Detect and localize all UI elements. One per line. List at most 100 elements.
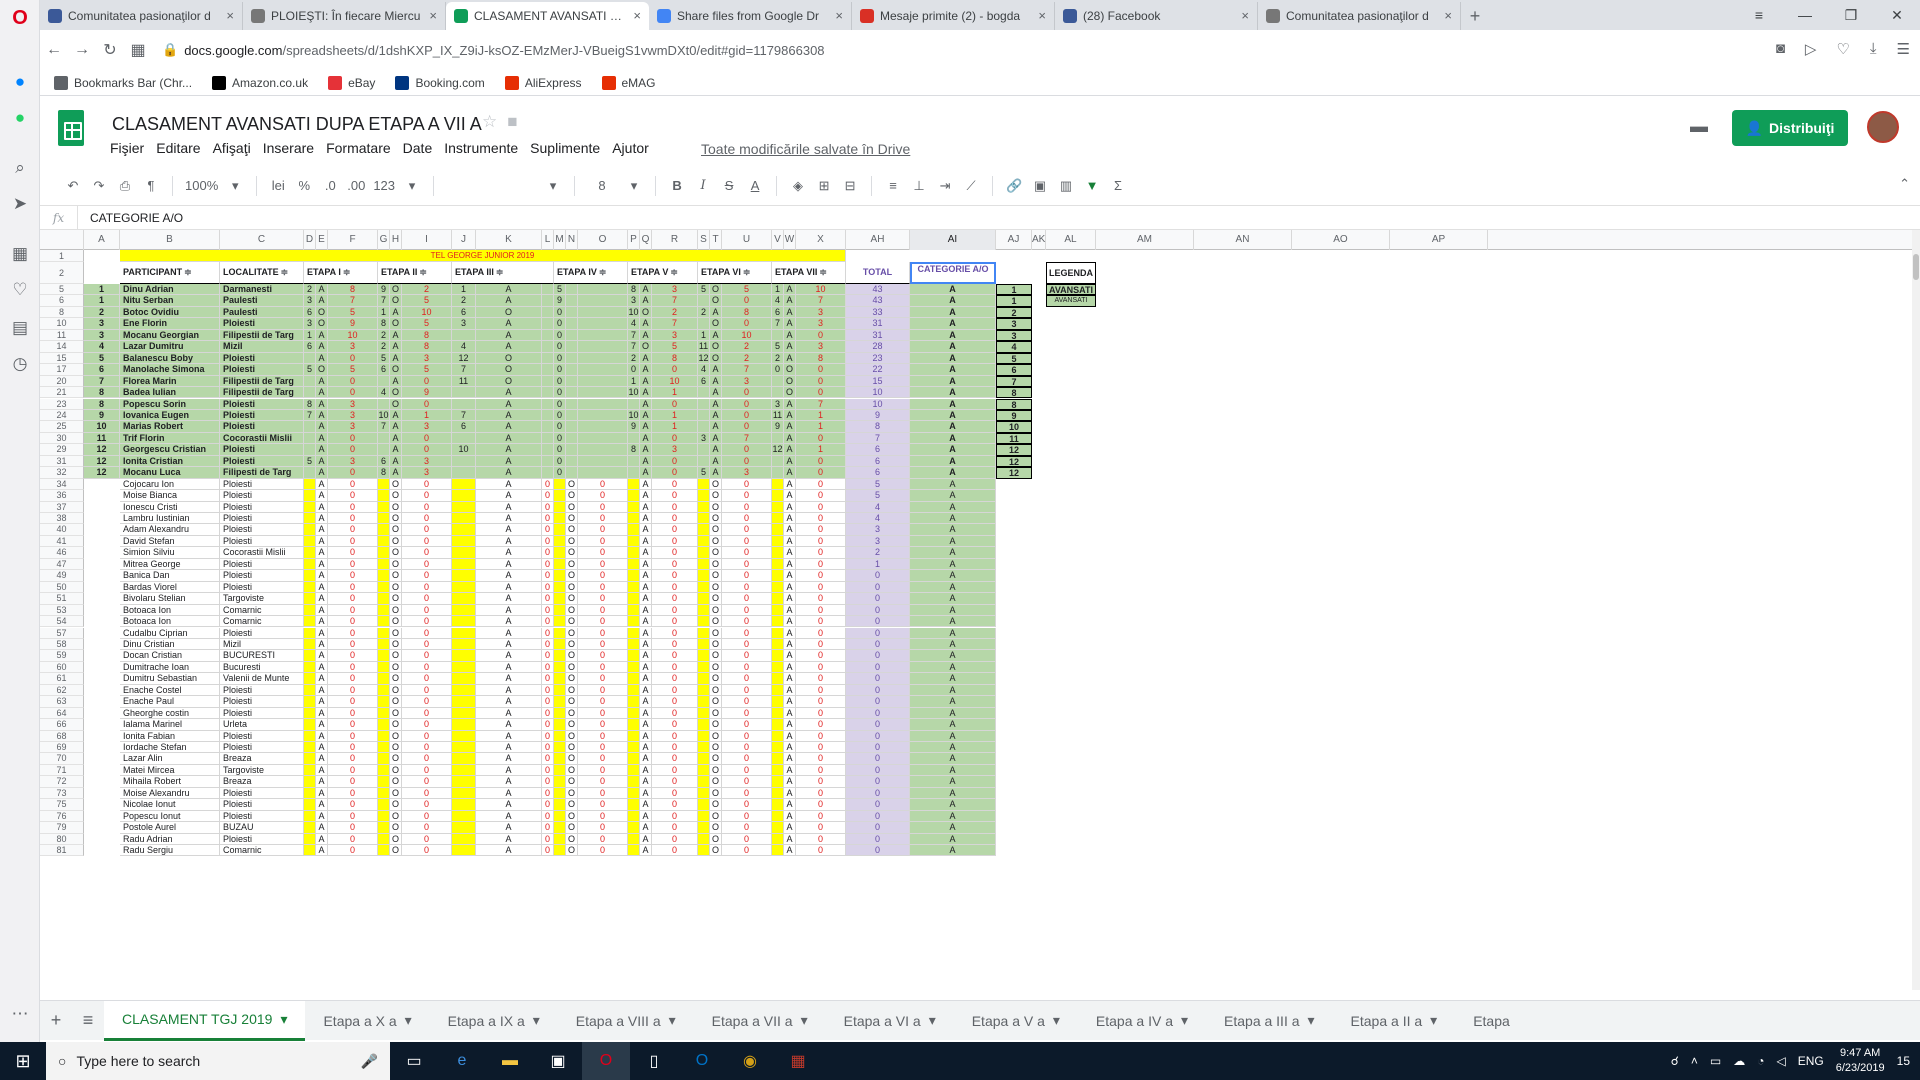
name-cell[interactable]: Adam Alexandru xyxy=(120,524,220,536)
stage-place-cell[interactable] xyxy=(378,593,390,605)
stage-flag-cell[interactable]: O xyxy=(566,776,578,788)
place-cell[interactable]: 3 xyxy=(996,329,1032,342)
stage-score-cell[interactable]: 0 xyxy=(652,524,698,536)
stage-flag-cell[interactable]: O xyxy=(710,570,722,582)
stage-place-cell[interactable] xyxy=(628,707,640,720)
stage-cell[interactable] xyxy=(578,329,628,342)
stage-flag-cell[interactable]: O xyxy=(566,501,578,513)
stage-score-cell[interactable]: 0 xyxy=(328,673,378,685)
stage-place-cell[interactable] xyxy=(378,742,390,754)
stage-cell[interactable]: O xyxy=(476,375,542,388)
stage-score-cell[interactable]: 0 xyxy=(402,719,452,731)
stage-cell[interactable]: A xyxy=(784,432,796,445)
locality-cell[interactable]: Cocorastii Mislii xyxy=(220,547,304,559)
category-cell[interactable]: A xyxy=(910,398,996,410)
stage-cell[interactable]: 3 xyxy=(452,318,476,330)
stage-score-cell[interactable]: 0 xyxy=(722,616,772,628)
menu-item[interactable]: Date xyxy=(403,140,433,156)
place-cell[interactable]: 8 xyxy=(996,398,1032,410)
stage-cell[interactable]: 0 xyxy=(722,387,772,399)
stage-cell[interactable]: A xyxy=(316,284,328,296)
stage-flag-cell[interactable]: O xyxy=(710,822,722,834)
total-cell[interactable]: 33 xyxy=(846,306,910,319)
messenger-icon[interactable]: ● xyxy=(8,70,32,94)
stage-flag-cell[interactable]: O xyxy=(390,684,402,697)
stage-cell[interactable]: 2 xyxy=(722,341,772,353)
total-cell[interactable]: 28 xyxy=(846,341,910,353)
stage-score-cell[interactable]: 0 xyxy=(722,478,772,491)
stage-flag-cell[interactable]: A xyxy=(316,661,328,674)
stage-place-cell[interactable] xyxy=(304,742,316,754)
stage-place-cell[interactable] xyxy=(628,478,640,491)
name-cell[interactable]: Simion Silviu xyxy=(120,547,220,559)
stage-cell[interactable]: 5 xyxy=(304,455,316,468)
stage-cell[interactable] xyxy=(566,329,578,342)
stage-cell[interactable]: 12 xyxy=(452,352,476,365)
stage-place-cell[interactable] xyxy=(698,707,710,720)
stage-flag-cell[interactable]: O xyxy=(710,730,722,742)
locality-cell[interactable]: Ploiesti xyxy=(220,833,304,846)
stage-cell[interactable]: 11 xyxy=(772,409,784,422)
total-cell[interactable]: 0 xyxy=(846,638,910,651)
stage-place-cell[interactable] xyxy=(554,684,566,697)
stage-score-cell[interactable]: 0 xyxy=(542,742,554,754)
stage-flag-cell[interactable]: O xyxy=(390,730,402,742)
stage-cell[interactable] xyxy=(304,421,316,433)
network-icon[interactable]: ◔ xyxy=(1757,1054,1764,1068)
stage-cell[interactable]: A xyxy=(640,318,652,330)
stage-flag-cell[interactable]: O xyxy=(710,547,722,559)
stage-flag-cell[interactable]: A xyxy=(784,764,796,777)
name-cell[interactable]: Botoaca Ion xyxy=(120,604,220,617)
stage-cell[interactable]: 7 xyxy=(628,341,640,353)
stage-place-cell[interactable] xyxy=(378,581,390,594)
stage-cell[interactable]: A xyxy=(640,387,652,399)
stage-flag-cell[interactable]: A xyxy=(476,638,542,651)
stage-cell[interactable]: 0 xyxy=(652,455,698,468)
name-cell[interactable]: Enache Paul xyxy=(120,696,220,708)
browser-tab[interactable]: Share files from Google Dr × xyxy=(649,2,852,30)
stage-cell[interactable]: 10 xyxy=(328,329,378,342)
stage-score-cell[interactable]: 0 xyxy=(722,570,772,582)
name-cell[interactable]: Trif Florin xyxy=(120,432,220,445)
stage-cell[interactable]: A xyxy=(316,421,328,433)
place-cell[interactable]: 12 xyxy=(996,444,1032,456)
stage-flag-cell[interactable]: A xyxy=(316,696,328,708)
category-cell[interactable]: A xyxy=(910,742,996,754)
locality-cell[interactable]: Ploiesti xyxy=(220,730,304,742)
row-header[interactable]: 30 xyxy=(40,432,84,445)
stage-flag-cell[interactable]: O xyxy=(566,787,578,800)
stage-place-cell[interactable] xyxy=(628,593,640,605)
stage-place-cell[interactable] xyxy=(304,547,316,559)
stage-score-cell[interactable]: 0 xyxy=(722,627,772,639)
notifications-icon[interactable]: 15 xyxy=(1897,1054,1910,1068)
stage-cell[interactable]: 8 xyxy=(378,467,390,479)
rank-cell[interactable]: 3 xyxy=(84,329,120,342)
stage-cell[interactable]: O xyxy=(710,341,722,353)
column-header[interactable]: P xyxy=(628,230,640,250)
stage-score-cell[interactable]: 0 xyxy=(796,524,846,536)
stage-score-cell[interactable]: 0 xyxy=(578,581,628,594)
stage-cell[interactable]: 5 xyxy=(328,364,378,376)
stage-score-cell[interactable]: 0 xyxy=(796,845,846,857)
stage-score-cell[interactable]: 0 xyxy=(722,696,772,708)
stage-score-cell[interactable]: 0 xyxy=(328,730,378,742)
stage-score-cell[interactable]: 0 xyxy=(796,787,846,800)
stage-flag-cell[interactable]: O xyxy=(390,478,402,491)
locality-cell[interactable]: Breaza xyxy=(220,776,304,788)
stage-score-cell[interactable]: 0 xyxy=(402,650,452,662)
stage-flag-cell[interactable]: A xyxy=(784,604,796,617)
stage-score-cell[interactable]: 0 xyxy=(328,742,378,754)
stage-cell[interactable]: 0 xyxy=(796,467,846,479)
collapse-icon[interactable]: ⌃ xyxy=(1899,176,1910,192)
locality-cell[interactable]: Ploiesti xyxy=(220,364,304,376)
stage-cell[interactable]: 6 xyxy=(378,455,390,468)
locality-cell[interactable]: Comarnic xyxy=(220,604,304,617)
stage-flag-cell[interactable]: O xyxy=(710,764,722,777)
stage-flag-cell[interactable]: O xyxy=(566,638,578,651)
stage-flag-cell[interactable]: A xyxy=(640,638,652,651)
stage-cell[interactable]: O xyxy=(710,318,722,330)
stage-cell[interactable]: A xyxy=(390,455,402,468)
category-cell[interactable]: A xyxy=(910,673,996,685)
row-header[interactable]: 20 xyxy=(40,375,84,388)
stage-score-cell[interactable]: 0 xyxy=(328,627,378,639)
